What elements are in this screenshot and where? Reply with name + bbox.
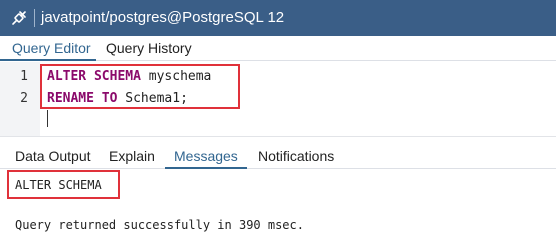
title-separator <box>34 9 35 27</box>
title-bar: javatpoint/postgres@PostgreSQL 12 <box>0 0 556 36</box>
tab-messages[interactable]: Messages <box>174 147 238 165</box>
tab-data-output[interactable]: Data Output <box>15 147 91 165</box>
tab-query-editor[interactable]: Query Editor <box>12 39 91 57</box>
query-highlight-box <box>40 64 240 109</box>
pane-divider[interactable] <box>0 136 556 137</box>
tab-notifications[interactable]: Notifications <box>258 147 334 165</box>
line-number: 1 <box>20 69 28 84</box>
text-cursor <box>47 110 48 127</box>
line-number: 2 <box>20 91 28 106</box>
status-message: Query returned successfully in 390 msec. <box>15 218 304 232</box>
active-output-tab-indicator <box>165 167 247 169</box>
editor-tab-bar: Query Editor Query History <box>0 36 556 61</box>
tab-explain[interactable]: Explain <box>109 147 155 165</box>
line-number-gutter: 1 2 <box>0 62 40 136</box>
result-highlight-box <box>7 170 120 199</box>
connection-title: javatpoint/postgres@PostgreSQL 12 <box>41 9 285 26</box>
tab-query-history[interactable]: Query History <box>106 39 192 57</box>
output-tab-bar: Data Output Explain Messages Notificatio… <box>0 143 556 169</box>
active-tab-indicator <box>0 59 96 61</box>
plug-icon <box>11 10 27 26</box>
